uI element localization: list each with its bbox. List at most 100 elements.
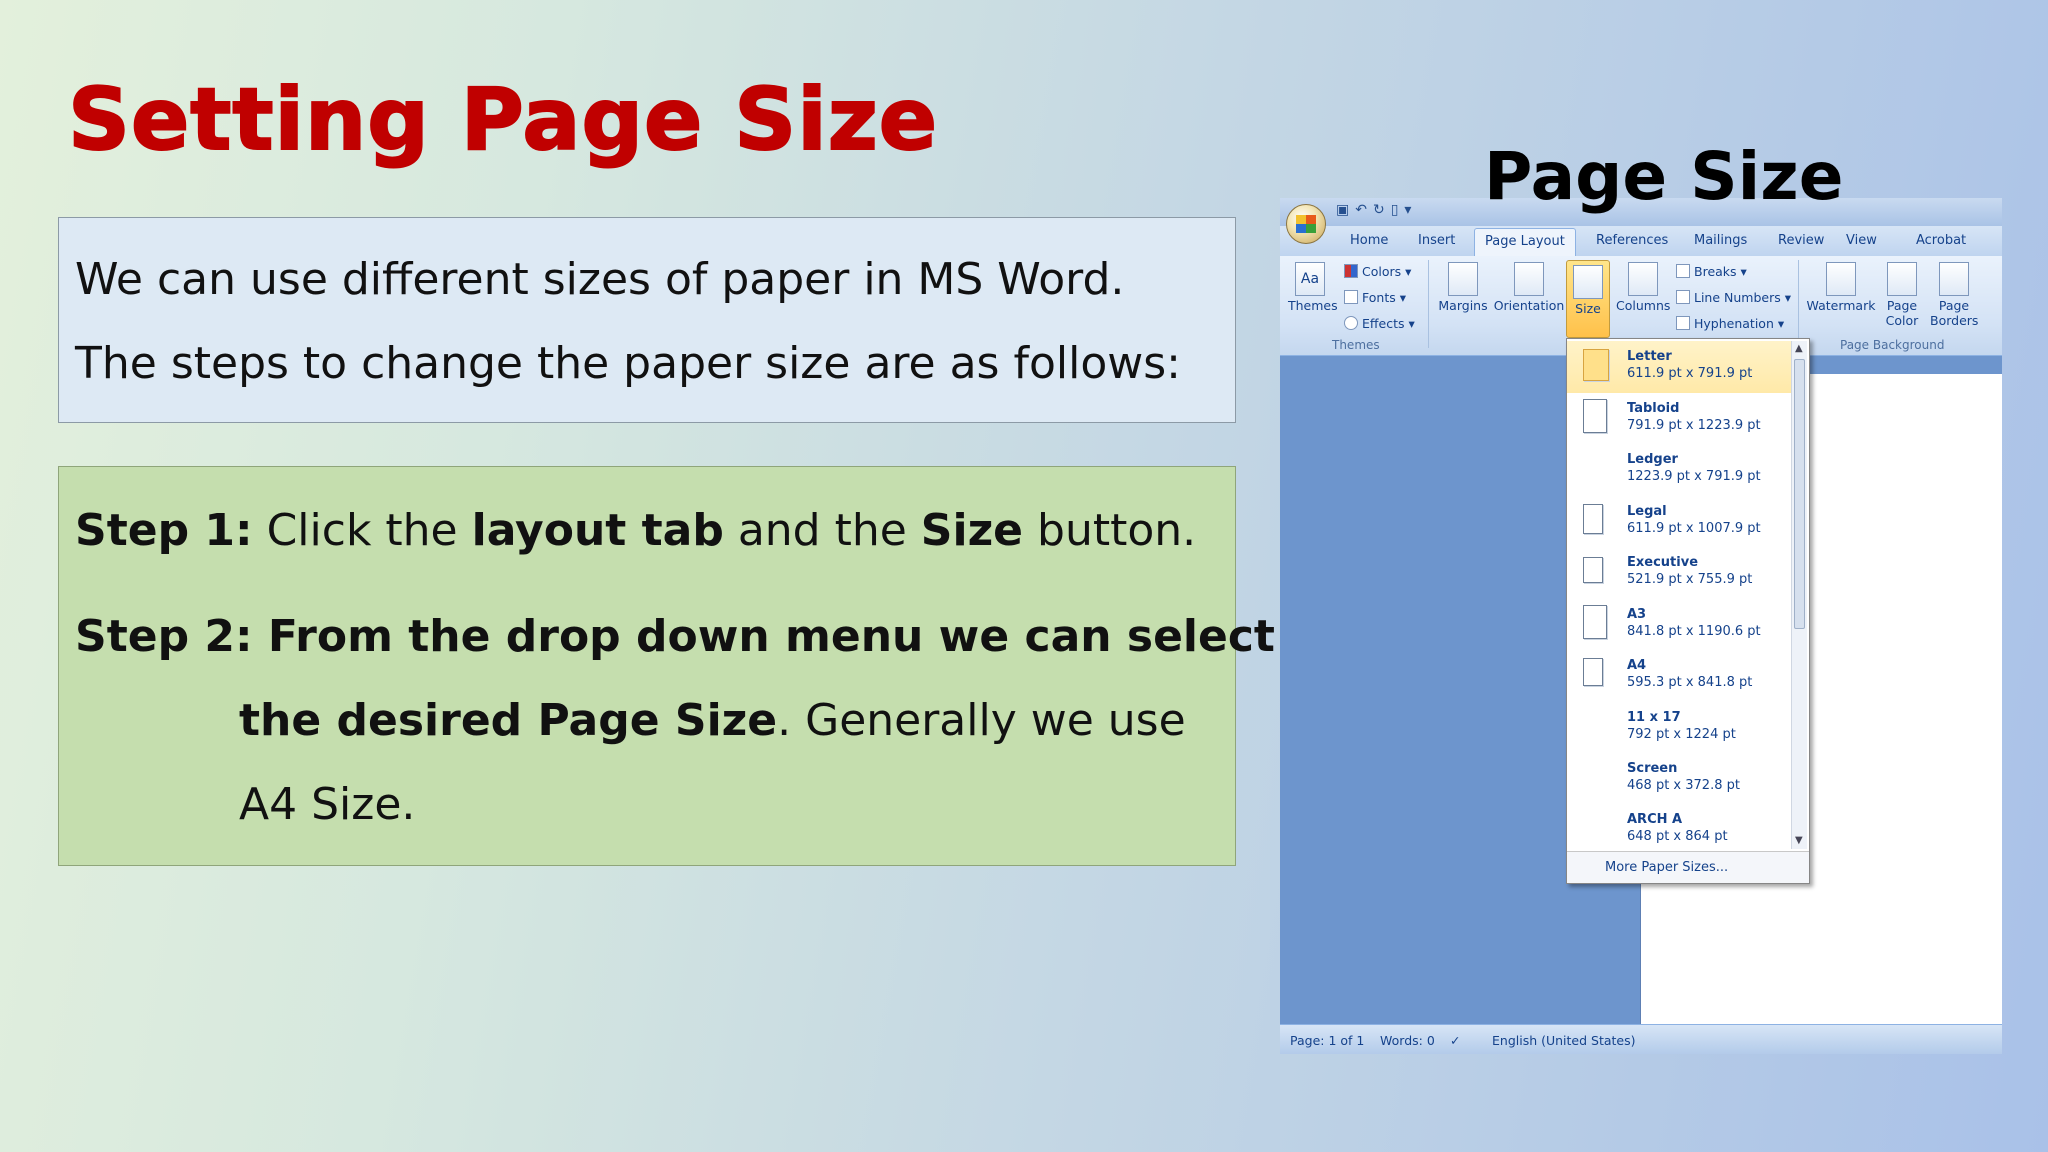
themes-group-label: Themes (1332, 338, 1380, 352)
watermark-icon (1826, 262, 1856, 296)
tab-insert[interactable]: Insert (1418, 233, 1455, 248)
page-icon (1583, 557, 1603, 583)
themes-label: Themes (1288, 298, 1338, 313)
size-dims: 521.9 pt x 755.9 pt (1627, 572, 1753, 587)
size-dims: 648 pt x 864 pt (1627, 829, 1728, 844)
size-button[interactable]: Size (1566, 260, 1610, 338)
proofing-icon[interactable]: ✓ (1450, 1033, 1460, 1048)
scroll-up-icon[interactable]: ▲ (1795, 343, 1803, 354)
themes-button[interactable]: Aa Themes (1288, 262, 1338, 313)
undo-icon[interactable]: ↶ (1355, 202, 1373, 218)
orientation-icon (1514, 262, 1544, 296)
size-name: A4 (1627, 658, 1647, 673)
size-dims: 791.9 pt x 1223.9 pt (1627, 418, 1761, 433)
fonts-button[interactable]: Fonts ▾ (1344, 290, 1406, 305)
fonts-icon (1344, 290, 1358, 304)
colors-label: Colors (1362, 264, 1402, 279)
dropdown-scrollbar[interactable]: ▲ ▼ (1791, 341, 1807, 849)
page-icon (1583, 349, 1609, 381)
page-icon (1583, 658, 1603, 686)
hyphenation-button[interactable]: Hyphenation ▾ (1676, 316, 1784, 331)
scroll-down-icon[interactable]: ▼ (1795, 835, 1803, 846)
status-words[interactable]: Words: 0 (1380, 1033, 1435, 1048)
size-option-legal[interactable]: Legal 611.9 pt x 1007.9 pt (1567, 496, 1807, 548)
more-paper-sizes[interactable]: More Paper Sizes... (1567, 851, 1809, 883)
page-borders-button[interactable]: Page Borders (1930, 262, 1978, 328)
page-icon (1583, 399, 1607, 433)
line-numbers-button[interactable]: Line Numbers ▾ (1676, 290, 1791, 305)
columns-button[interactable]: Columns (1616, 262, 1670, 313)
step-1-label: Step 1: (75, 505, 253, 556)
tab-acrobat[interactable]: Acrobat (1916, 233, 1966, 248)
orientation-button[interactable]: Orientation (1492, 262, 1566, 313)
effects-button[interactable]: Effects ▾ (1344, 316, 1415, 331)
page-borders-icon (1939, 262, 1969, 296)
step-2-line-1: Step 2: From the drop down menu we can s… (75, 611, 1275, 662)
step-1-text-c: and the (723, 505, 921, 556)
size-option-arch-a[interactable]: ARCH A 648 pt x 864 pt (1567, 804, 1807, 856)
step-2-line-2: the desired Page Size. Generally we use (239, 695, 1186, 746)
page-icon (1583, 504, 1603, 534)
status-language[interactable]: English (United States) (1492, 1033, 1636, 1048)
save-icon[interactable]: ▣ (1336, 202, 1355, 218)
breaks-icon (1676, 264, 1690, 278)
margins-button[interactable]: Margins (1436, 262, 1490, 313)
intro-line-1: We can use different sizes of paper in M… (75, 254, 1125, 305)
size-option-letter[interactable]: Letter 611.9 pt x 791.9 pt (1567, 341, 1807, 393)
word-screenshot: ▣↶↻▯▾ Home Insert Page Layout References… (1280, 198, 2002, 1054)
size-name: ARCH A (1627, 812, 1683, 827)
size-name: A3 (1627, 607, 1647, 622)
breaks-label: Breaks (1694, 264, 1737, 279)
size-name: Legal (1627, 504, 1667, 519)
size-option-a4[interactable]: A4 595.3 pt x 841.8 pt (1567, 650, 1807, 702)
tab-review[interactable]: Review (1778, 233, 1824, 248)
page-color-button[interactable]: Page Color (1880, 262, 1924, 328)
size-option-a3[interactable]: A3 841.8 pt x 1190.6 pt (1567, 599, 1807, 651)
hyphenation-label: Hyphenation (1694, 316, 1774, 331)
size-icon (1573, 265, 1603, 299)
breaks-button[interactable]: Breaks ▾ (1676, 264, 1747, 279)
colors-icon (1344, 264, 1358, 278)
size-option-tabloid[interactable]: Tabloid 791.9 pt x 1223.9 pt (1567, 393, 1807, 445)
step-1-text-a: Click the (252, 505, 472, 556)
page-background-group-label: Page Background (1840, 338, 1945, 352)
size-option-11x17[interactable]: 11 x 17 792 pt x 1224 pt (1567, 702, 1807, 754)
colors-button[interactable]: Colors ▾ (1344, 264, 1411, 279)
office-button[interactable] (1286, 204, 1326, 244)
page-color-label: Page Color (1885, 298, 1919, 328)
size-option-screen[interactable]: Screen 468 pt x 372.8 pt (1567, 753, 1807, 805)
size-name: 11 x 17 (1627, 710, 1681, 725)
slide-title: Setting Page Size (67, 69, 939, 171)
hyphenation-icon (1676, 316, 1690, 330)
size-name: Ledger (1627, 452, 1678, 467)
size-option-executive[interactable]: Executive 521.9 pt x 755.9 pt (1567, 547, 1807, 599)
new-doc-icon[interactable]: ▯ (1391, 202, 1405, 218)
scrollbar-thumb[interactable] (1794, 359, 1805, 629)
columns-icon (1628, 262, 1658, 296)
size-dims: 1223.9 pt x 791.9 pt (1627, 469, 1761, 484)
qat-dropdown-icon[interactable]: ▾ (1404, 202, 1417, 218)
status-page[interactable]: Page: 1 of 1 (1290, 1033, 1364, 1048)
step-1-text-e: button. (1023, 505, 1197, 556)
tab-mailings[interactable]: Mailings (1694, 233, 1747, 248)
tab-page-layout[interactable]: Page Layout (1474, 228, 1576, 256)
step-2-line-3: A4 Size. (239, 779, 416, 830)
intro-box: We can use different sizes of paper in M… (58, 217, 1236, 423)
line-numbers-icon (1676, 290, 1690, 304)
size-name: Screen (1627, 761, 1678, 776)
tab-view[interactable]: View (1846, 233, 1877, 248)
size-dropdown-menu: Letter 611.9 pt x 791.9 pt Tabloid 791.9… (1566, 338, 1810, 884)
page-color-icon (1887, 262, 1917, 296)
size-option-ledger[interactable]: Ledger 1223.9 pt x 791.9 pt (1567, 444, 1807, 496)
fonts-label: Fonts (1362, 290, 1396, 305)
step-2-bold: the desired Page Size (239, 695, 778, 746)
size-name: Executive (1627, 555, 1699, 570)
watermark-button[interactable]: Watermark (1804, 262, 1878, 313)
redo-icon[interactable]: ↻ (1373, 202, 1391, 218)
ribbon-separator (1428, 260, 1429, 348)
tab-home[interactable]: Home (1350, 233, 1388, 248)
size-dims: 595.3 pt x 841.8 pt (1627, 675, 1753, 690)
tab-references[interactable]: References (1596, 233, 1668, 248)
themes-icon: Aa (1295, 262, 1325, 296)
effects-icon (1344, 316, 1358, 330)
